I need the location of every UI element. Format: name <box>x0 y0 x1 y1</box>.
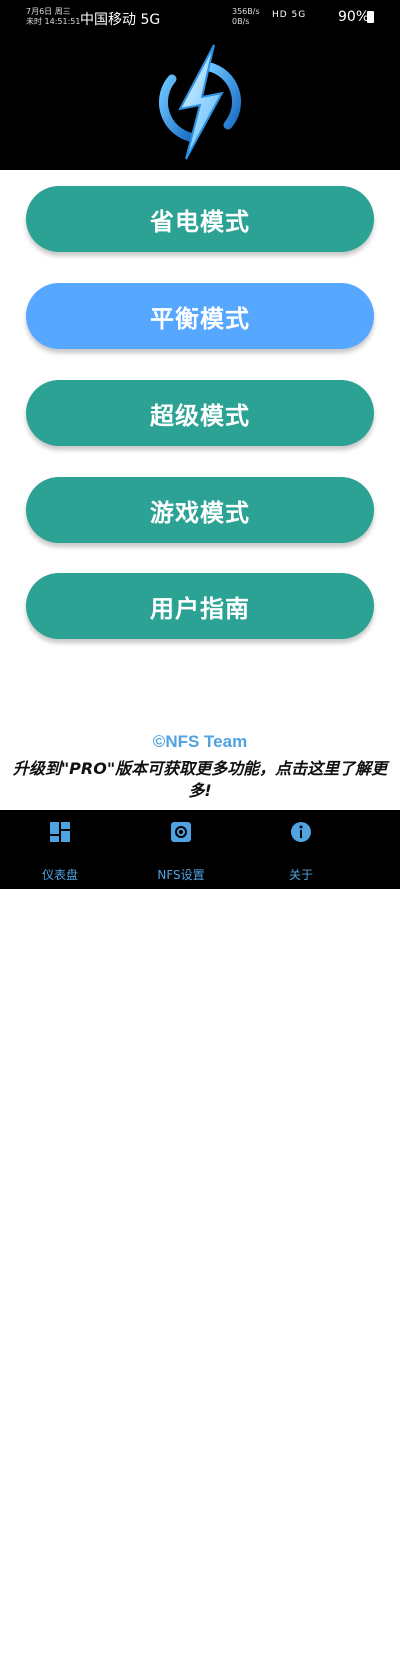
speed-up: 356B/s <box>232 7 260 16</box>
status-carrier: 中国移动 5G <box>80 12 161 28</box>
status-bar: 7月6日 周三 未时 14:51:51 中国移动 5G 356B/s 0B/s … <box>0 0 400 36</box>
status-date: 7月6日 周三 <box>26 7 71 16</box>
nav-dashboard-label: 仪表盘 <box>41 868 78 882</box>
status-date-time: 7月6日 周三 未时 14:51:51 <box>26 7 80 27</box>
signal-icons: HD 5G <box>272 10 307 20</box>
app-header <box>0 36 400 170</box>
status-time: 未时 14:51:51 <box>26 17 81 26</box>
upgrade-pro-link[interactable]: 升级到"PRO"版本可获取更多功能，点击这里了解更多! <box>10 758 390 802</box>
user-watermark: @N39600 <box>300 1658 365 1673</box>
performance-mode-button[interactable]: 超级模式 <box>26 380 374 446</box>
speed-down: 0B/s <box>232 17 250 26</box>
nav-dashboard[interactable]: 仪表盘 <box>0 810 120 889</box>
lightning-logo-icon <box>158 44 242 160</box>
balanced-mode-button[interactable]: 平衡模式 <box>26 283 374 349</box>
power-save-mode-button[interactable]: 省电模式 <box>26 186 374 252</box>
dashboard-icon <box>50 822 70 842</box>
info-icon <box>291 822 311 842</box>
gear-icon <box>171 822 191 842</box>
team-credit: ©NFS Team <box>152 732 248 751</box>
nav-settings-label: NFS设置 <box>157 868 205 882</box>
nav-settings[interactable]: NFS设置 <box>121 810 241 889</box>
nav-about-label: 关于 <box>288 868 313 882</box>
battery-percent: 90% <box>338 9 370 25</box>
bottom-navigation: 仪表盘 NFS设置 关于 盖乐世社区 @N39600 <box>0 810 400 1673</box>
network-speed: 356B/s 0B/s <box>232 7 260 27</box>
battery-icon <box>367 11 374 23</box>
community-watermark: 盖乐世社区 <box>280 1630 370 1651</box>
game-mode-button[interactable]: 游戏模式 <box>26 477 374 543</box>
user-guide-button[interactable]: 用户指南 <box>26 573 374 639</box>
nav-about[interactable]: 关于 <box>241 810 361 889</box>
